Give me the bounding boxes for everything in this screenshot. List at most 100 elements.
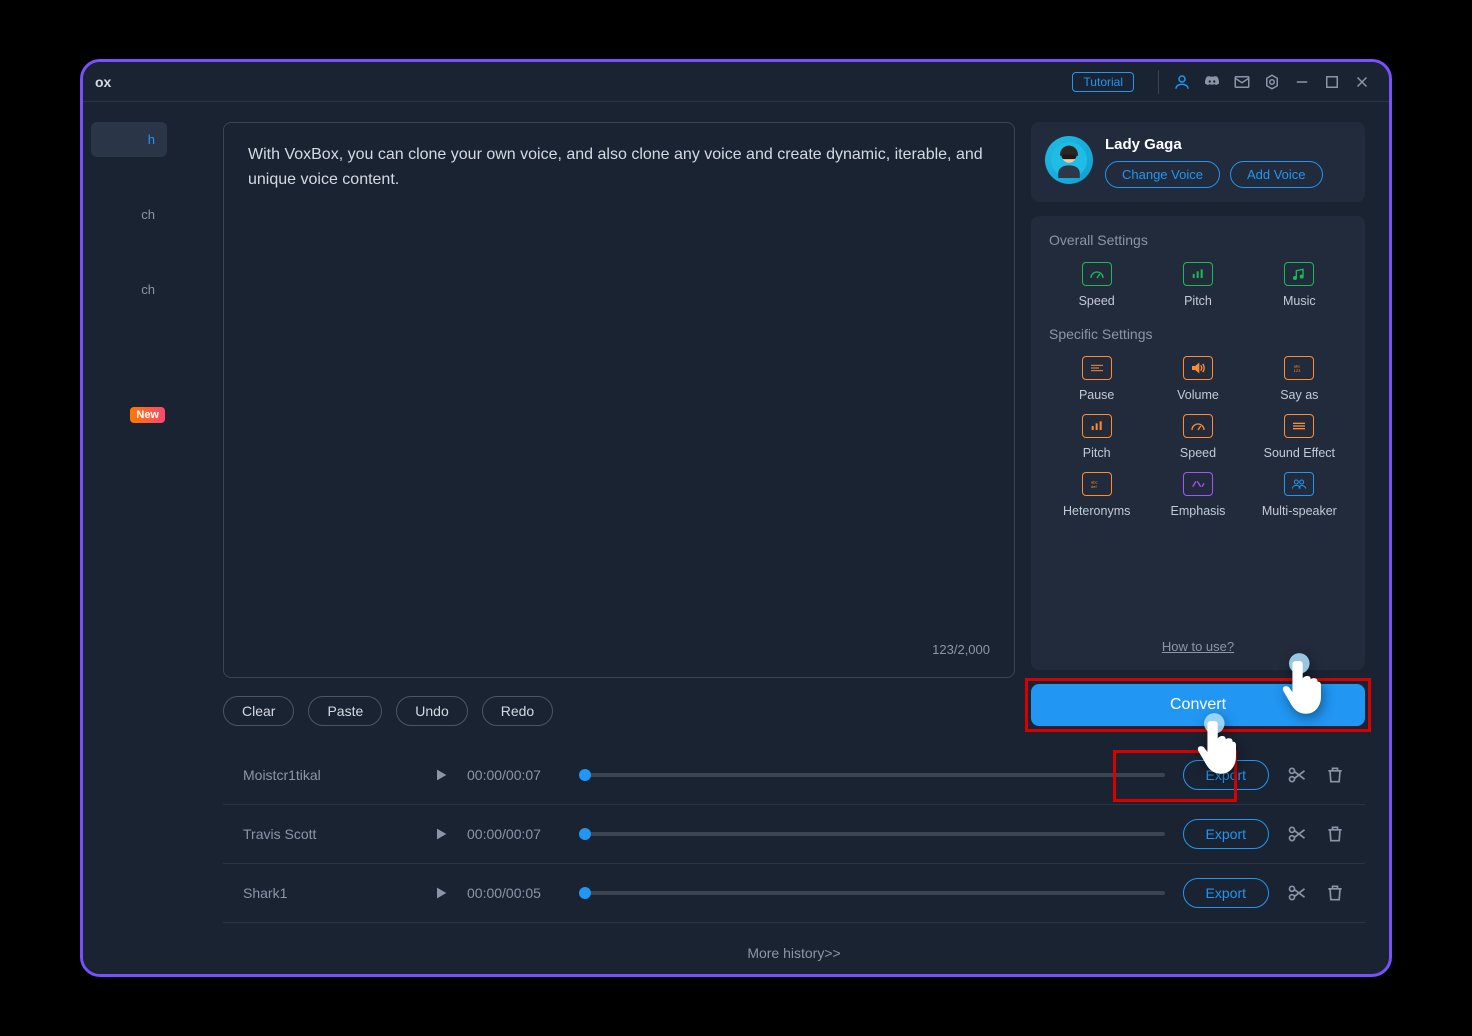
progress-track[interactable] — [585, 891, 1165, 895]
overall-setting-pitch[interactable]: Pitch — [1150, 262, 1245, 308]
editor-text: With VoxBox, you can clone your own voic… — [248, 143, 990, 193]
lines-icon — [1284, 414, 1314, 438]
mail-icon[interactable] — [1231, 71, 1253, 93]
specific-setting-sound-effect[interactable]: Sound Effect — [1252, 414, 1347, 460]
sidebar-item-0[interactable]: h — [91, 122, 167, 157]
trash-icon[interactable] — [1325, 883, 1345, 903]
trash-icon[interactable] — [1325, 824, 1345, 844]
overall-settings-header: Overall Settings — [1049, 232, 1347, 248]
specific-setting-multi-speaker[interactable]: Multi-speaker — [1252, 472, 1347, 518]
more-history-link[interactable]: More history>> — [223, 937, 1365, 969]
play-icon[interactable] — [433, 826, 449, 842]
progress-track[interactable] — [585, 773, 1165, 777]
clear-button[interactable]: Clear — [223, 696, 294, 726]
progress-dot[interactable] — [579, 887, 591, 899]
tutorial-button[interactable]: Tutorial — [1072, 72, 1134, 92]
specific-settings-header: Specific Settings — [1049, 326, 1347, 342]
export-button[interactable]: Export — [1183, 878, 1269, 908]
setting-label: Heteronyms — [1063, 504, 1130, 518]
pause-icon — [1082, 356, 1112, 380]
how-to-use-link[interactable]: How to use? — [1049, 639, 1347, 654]
settings-card: Overall Settings Speed Pitch Music Specifi… — [1031, 216, 1365, 670]
char-count: 123/2,000 — [248, 642, 990, 657]
speedometer-icon — [1082, 262, 1112, 286]
setting-label: Emphasis — [1171, 504, 1226, 518]
specific-setting-pitch[interactable]: Pitch — [1049, 414, 1144, 460]
change-voice-button[interactable]: Change Voice — [1105, 161, 1220, 188]
titlebar: ox Tutorial — [83, 62, 1389, 102]
sidebar-item-3[interactable] — [91, 347, 167, 367]
svg-text:def: def — [1091, 484, 1097, 489]
setting-label: Speed — [1180, 446, 1216, 460]
main-area: With VoxBox, you can clone your own voic… — [175, 102, 1389, 974]
close-icon[interactable] — [1351, 71, 1373, 93]
svg-text:123: 123 — [1294, 368, 1301, 373]
minimize-icon[interactable] — [1291, 71, 1313, 93]
scissors-icon[interactable] — [1287, 824, 1307, 844]
history-name: Shark1 — [243, 885, 415, 901]
people-icon — [1284, 472, 1314, 496]
volume-icon — [1183, 356, 1213, 380]
convert-button[interactable]: Convert — [1031, 684, 1365, 726]
paste-button[interactable]: Paste — [308, 696, 382, 726]
play-icon[interactable] — [433, 767, 449, 783]
specific-setting-emphasis[interactable]: Emphasis — [1150, 472, 1245, 518]
specific-setting-say-as[interactable]: abc123Say as — [1252, 356, 1347, 402]
sidebar-item-1[interactable]: ch — [91, 197, 167, 232]
bars-icon — [1082, 414, 1112, 438]
redo-button[interactable]: Redo — [482, 696, 553, 726]
export-button[interactable]: Export — [1183, 819, 1269, 849]
specific-setting-heteronyms[interactable]: abcdef Heteronyms — [1049, 472, 1144, 518]
settings-icon[interactable] — [1261, 71, 1283, 93]
overall-setting-speed[interactable]: Speed — [1049, 262, 1144, 308]
history-list: Moistcr1tikal00:00/00:07ExportTravis Sco… — [223, 746, 1365, 923]
sidebar-item-2[interactable]: ch — [91, 272, 167, 307]
export-button[interactable]: Export — [1183, 760, 1269, 790]
overall-setting-music[interactable]: Music — [1252, 262, 1347, 308]
progress-dot[interactable] — [579, 769, 591, 781]
setting-label: Sound Effect — [1264, 446, 1335, 460]
maximize-icon[interactable] — [1321, 71, 1343, 93]
avatar[interactable] — [1045, 136, 1093, 184]
bars-icon — [1183, 262, 1213, 286]
text-editor[interactable]: With VoxBox, you can clone your own voic… — [223, 122, 1015, 678]
scissors-icon[interactable] — [1287, 765, 1307, 785]
app-name: ox — [95, 74, 111, 90]
abc-icon: abcdef — [1082, 472, 1112, 496]
music-icon — [1284, 262, 1314, 286]
history-time: 00:00/00:05 — [467, 885, 567, 901]
setting-label: Pause — [1079, 388, 1114, 402]
setting-label: Music — [1283, 294, 1316, 308]
history-time: 00:00/00:07 — [467, 826, 567, 842]
history-name: Moistcr1tikal — [243, 767, 415, 783]
setting-label: Pitch — [1083, 446, 1111, 460]
divider — [1158, 70, 1159, 94]
scissors-icon[interactable] — [1287, 883, 1307, 903]
specific-setting-speed[interactable]: Speed — [1150, 414, 1245, 460]
user-icon[interactable] — [1171, 71, 1193, 93]
trash-icon[interactable] — [1325, 765, 1345, 785]
discord-icon[interactable] — [1201, 71, 1223, 93]
progress-track[interactable] — [585, 832, 1165, 836]
setting-label: Speed — [1079, 294, 1115, 308]
history-row: Travis Scott 00:00/00:07 Export — [223, 805, 1365, 864]
history-time: 00:00/00:07 — [467, 767, 567, 783]
progress-dot[interactable] — [579, 828, 591, 840]
setting-label: Volume — [1177, 388, 1219, 402]
sidebar: h ch ch New — [83, 102, 175, 974]
voice-card: Lady Gaga Change Voice Add Voice — [1031, 122, 1365, 202]
specific-setting-pause[interactable]: Pause — [1049, 356, 1144, 402]
play-icon[interactable] — [433, 885, 449, 901]
new-badge: New — [130, 407, 165, 423]
history-name: Travis Scott — [243, 826, 415, 842]
app-window: ox Tutorial h ch ch New With VoxBox, yo — [80, 59, 1392, 977]
speedometer-icon — [1183, 414, 1213, 438]
add-voice-button[interactable]: Add Voice — [1230, 161, 1323, 188]
setting-label: Pitch — [1184, 294, 1212, 308]
voice-name: Lady Gaga — [1105, 136, 1351, 153]
setting-label: Say as — [1280, 388, 1318, 402]
specific-setting-volume[interactable]: Volume — [1150, 356, 1245, 402]
undo-button[interactable]: Undo — [396, 696, 467, 726]
setting-label: Multi-speaker — [1262, 504, 1337, 518]
history-row: Moistcr1tikal 00:00/00:07 Export — [223, 746, 1365, 805]
